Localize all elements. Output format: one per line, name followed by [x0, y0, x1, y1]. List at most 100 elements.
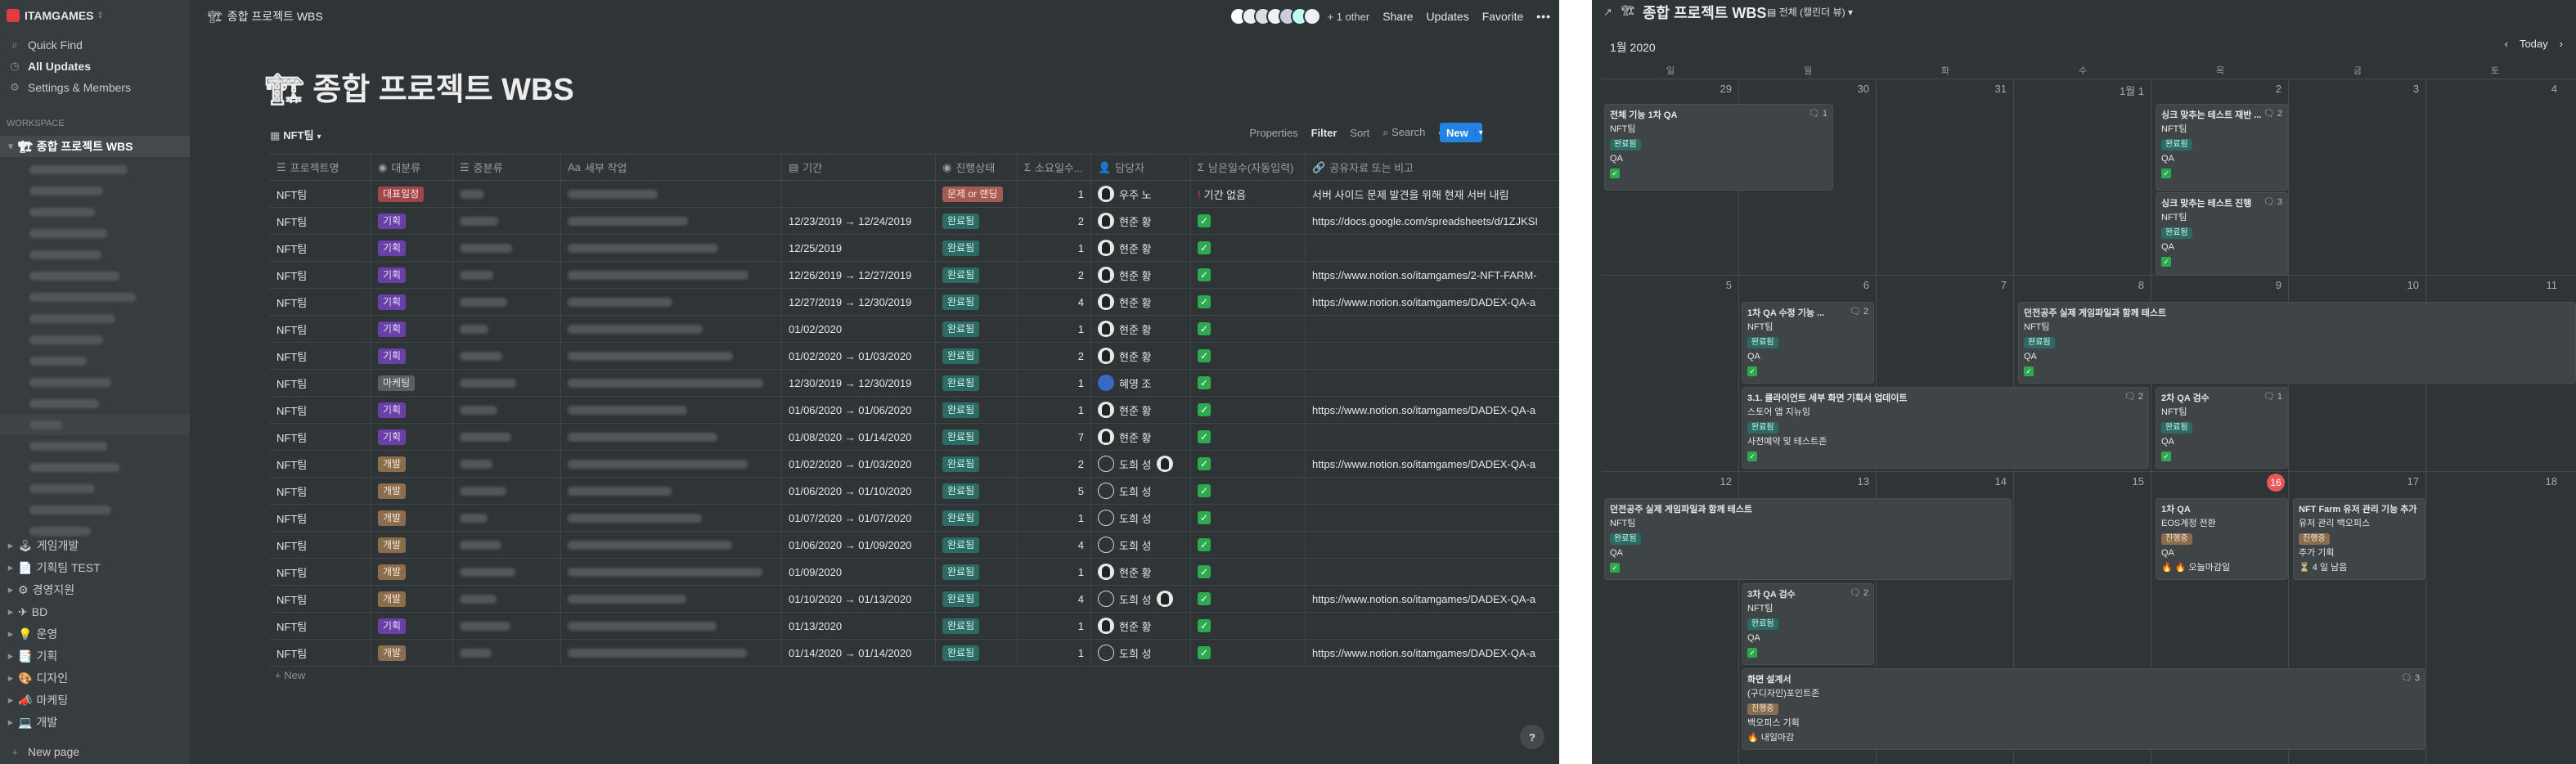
calendar-card[interactable]: 싱크 맞추는 테스트 진행 NFT팀 완료됨 QA ✓ 🗨 3 — [2156, 193, 2287, 275]
cell-category[interactable]: 기획 — [371, 235, 453, 261]
cell-note[interactable] — [1306, 316, 1559, 342]
calendar-card[interactable]: 3.1. 클라이언트 세부 화면 기획서 업데이트 스토어 앱 지뉴잉 완료됨 사전예… — [1742, 388, 2148, 468]
workspace-switcher[interactable]: ITAMGAMES ⇕ — [0, 5, 190, 26]
cell-subcategory[interactable] — [453, 343, 561, 369]
column-header-project[interactable]: ☰ 프로젝트명 — [270, 155, 371, 180]
cell-owner[interactable]: 도희 성 — [1091, 505, 1191, 531]
cell-task[interactable] — [561, 316, 782, 342]
cell-category[interactable]: 마케팅 — [371, 370, 453, 396]
cell-owner[interactable]: 현준 황 — [1091, 424, 1191, 450]
cell-status[interactable]: 완료됨 — [936, 424, 1018, 450]
cell-owner[interactable]: 현준 황 — [1091, 235, 1191, 261]
sidebar-item-marketing[interactable]: ▸ 📣 마케팅 — [0, 690, 190, 711]
cell-project[interactable]: NFT팀 — [270, 478, 371, 504]
cell-owner[interactable]: 현준 황 — [1091, 316, 1191, 342]
cell-status[interactable]: 완료됨 — [936, 316, 1018, 342]
cell-project[interactable]: NFT팀 — [270, 559, 371, 585]
cell-status[interactable]: 완료됨 — [936, 262, 1018, 288]
cell-period[interactable]: 01/08/2020 → 01/14/2020 — [782, 424, 936, 450]
properties-button[interactable]: Properties — [1249, 127, 1297, 139]
table-row[interactable]: NFT팀 기획 12/27/2019 → 12/30/2019 완료됨 4 현준 황 ✓ ht… — [270, 289, 1559, 316]
table-row[interactable]: NFT팀 개발 01/06/2020 → 01/09/2020 완료됨 4 도희 성 ✓ — [270, 532, 1559, 559]
cell-task[interactable] — [561, 559, 782, 585]
cell-status[interactable]: 완료됨 — [936, 478, 1018, 504]
column-header-subcategory[interactable]: ☰ 중분류 — [453, 155, 561, 180]
cell-status[interactable]: 완료됨 — [936, 640, 1018, 666]
filter-button[interactable]: Filter — [1311, 127, 1337, 139]
cell-project[interactable]: NFT팀 — [270, 532, 371, 558]
cell-category[interactable]: 기획 — [371, 397, 453, 423]
breadcrumb[interactable]: 🏗 종합 프로젝트 WBS — [208, 8, 323, 25]
cell-category[interactable]: 기획 — [371, 316, 453, 342]
table-row[interactable]: NFT팀 개발 01/06/2020 → 01/10/2020 완료됨 5 도희 성 ✓ — [270, 478, 1559, 505]
view-selector[interactable]: ▦ NFT팀 ▾ — [270, 127, 321, 142]
table-row[interactable]: NFT팀 기획 01/06/2020 → 01/06/2020 완료됨 1 현준 황 ✓ ht… — [270, 397, 1559, 424]
column-header-task[interactable]: Aa 세부 작업 — [561, 155, 782, 180]
cell-subcategory[interactable] — [453, 316, 561, 342]
table-row[interactable]: NFT팀 개발 01/09/2020 완료됨 1 현준 황 ✓ — [270, 559, 1559, 586]
table-row[interactable]: NFT팀 마케팅 12/30/2019 → 12/30/2019 완료됨 1 혜영 조 ✓ — [270, 370, 1559, 397]
table-row[interactable]: NFT팀 개발 01/02/2020 → 01/03/2020 완료됨 2 도희 성 ✓ ht… — [270, 451, 1559, 478]
chevron-down-icon[interactable]: ▾ — [1474, 128, 1486, 137]
cell-task[interactable] — [561, 262, 782, 288]
cell-task[interactable] — [561, 181, 782, 207]
share-button[interactable]: Share — [1382, 10, 1413, 23]
cell-subcategory[interactable] — [453, 181, 561, 207]
cell-project[interactable]: NFT팀 — [270, 262, 371, 288]
sidebar-item-bd[interactable]: ▸ ✈ BD — [0, 601, 190, 622]
cell-project[interactable]: NFT팀 — [270, 235, 371, 261]
cell-category[interactable]: 대표일정 — [371, 181, 453, 207]
cell-status[interactable]: 완료됨 — [936, 235, 1018, 261]
cell-note[interactable]: https://docs.google.com/spreadsheets/d/1… — [1306, 208, 1559, 234]
cell-category[interactable]: 개발 — [371, 640, 453, 666]
cell-subcategory[interactable] — [453, 478, 561, 504]
cell-project[interactable]: NFT팀 — [270, 397, 371, 423]
cell-period[interactable]: 12/30/2019 → 12/30/2019 — [782, 370, 936, 396]
column-header-period[interactable]: ▤ 기간 — [782, 155, 936, 180]
sidebar-item-planning-test[interactable]: ▸ 📄 기획팀 TEST — [0, 557, 190, 578]
updates-button[interactable]: Updates — [1427, 10, 1469, 23]
cell-period[interactable]: 12/27/2019 → 12/30/2019 — [782, 289, 936, 315]
cell-note[interactable] — [1306, 532, 1559, 558]
table-row[interactable]: NFT팀 개발 01/10/2020 → 01/13/2020 완료됨 4 도희 성 ✓ ht… — [270, 586, 1559, 613]
calendar-card[interactable]: 1차 QA 수정 기능 ... NFT팀 완료됨 QA ✓ 🗨 2 — [1742, 303, 1873, 383]
cell-category[interactable]: 기획 — [371, 343, 453, 369]
cell-category[interactable]: 기획 — [371, 208, 453, 234]
column-header-duration[interactable]: Σ 소요일수... — [1018, 155, 1091, 180]
new-page-button[interactable]: + New page — [0, 741, 190, 762]
cell-subcategory[interactable] — [453, 424, 561, 450]
sidebar-item-game-dev[interactable]: ▸ 🕹 게임개발 — [0, 535, 190, 556]
cell-category[interactable]: 개발 — [371, 586, 453, 612]
new-button[interactable]: New ▾ — [1440, 123, 1483, 142]
calendar-day[interactable]: 5 — [1602, 276, 1739, 472]
cell-status[interactable]: 완료됨 — [936, 532, 1018, 558]
cell-task[interactable] — [561, 613, 782, 639]
calendar-card[interactable]: 던전공주 실제 게임파일과 함께 테스트 NFT팀 완료됨 QA ✓ — [1605, 499, 2011, 579]
cell-owner[interactable]: 도희 성 — [1091, 451, 1191, 477]
cell-project[interactable]: NFT팀 — [270, 343, 371, 369]
cell-note[interactable] — [1306, 424, 1559, 450]
cell-status[interactable]: 완료됨 — [936, 370, 1018, 396]
table-row[interactable]: NFT팀 기획 01/08/2020 → 01/14/2020 완료됨 7 현준 황 ✓ — [270, 424, 1559, 451]
table-row[interactable]: NFT팀 개발 01/07/2020 → 01/07/2020 완료됨 1 도희 성 ✓ — [270, 505, 1559, 532]
cell-status[interactable]: 완료됨 — [936, 559, 1018, 585]
cell-note[interactable] — [1306, 613, 1559, 639]
cell-subcategory[interactable] — [453, 532, 561, 558]
cell-task[interactable] — [561, 289, 782, 315]
cell-project[interactable]: NFT팀 — [270, 613, 371, 639]
cell-subcategory[interactable] — [453, 289, 561, 315]
sidebar-item-management[interactable]: ▸ ⚙ 경영지원 — [0, 579, 190, 600]
cell-status[interactable]: 완료됨 — [936, 397, 1018, 423]
cell-owner[interactable]: 현준 황 — [1091, 208, 1191, 234]
cell-task[interactable] — [561, 505, 782, 531]
page-title-text[interactable]: 종합 프로젝트 WBS — [312, 73, 574, 107]
calendar-day[interactable]: 1월 1 — [2014, 79, 2151, 276]
cell-period[interactable]: 01/09/2020 — [782, 559, 936, 585]
cell-note[interactable] — [1306, 478, 1559, 504]
cell-task[interactable] — [561, 586, 782, 612]
cell-project[interactable]: NFT팀 — [270, 208, 371, 234]
quick-find-button[interactable]: ⌕ Quick Find — [0, 34, 190, 56]
new-row-button[interactable]: + New — [275, 669, 305, 681]
cell-note[interactable]: https://www.notion.so/itamgames/DADEX-QA… — [1306, 451, 1559, 477]
cell-subcategory[interactable] — [453, 208, 561, 234]
